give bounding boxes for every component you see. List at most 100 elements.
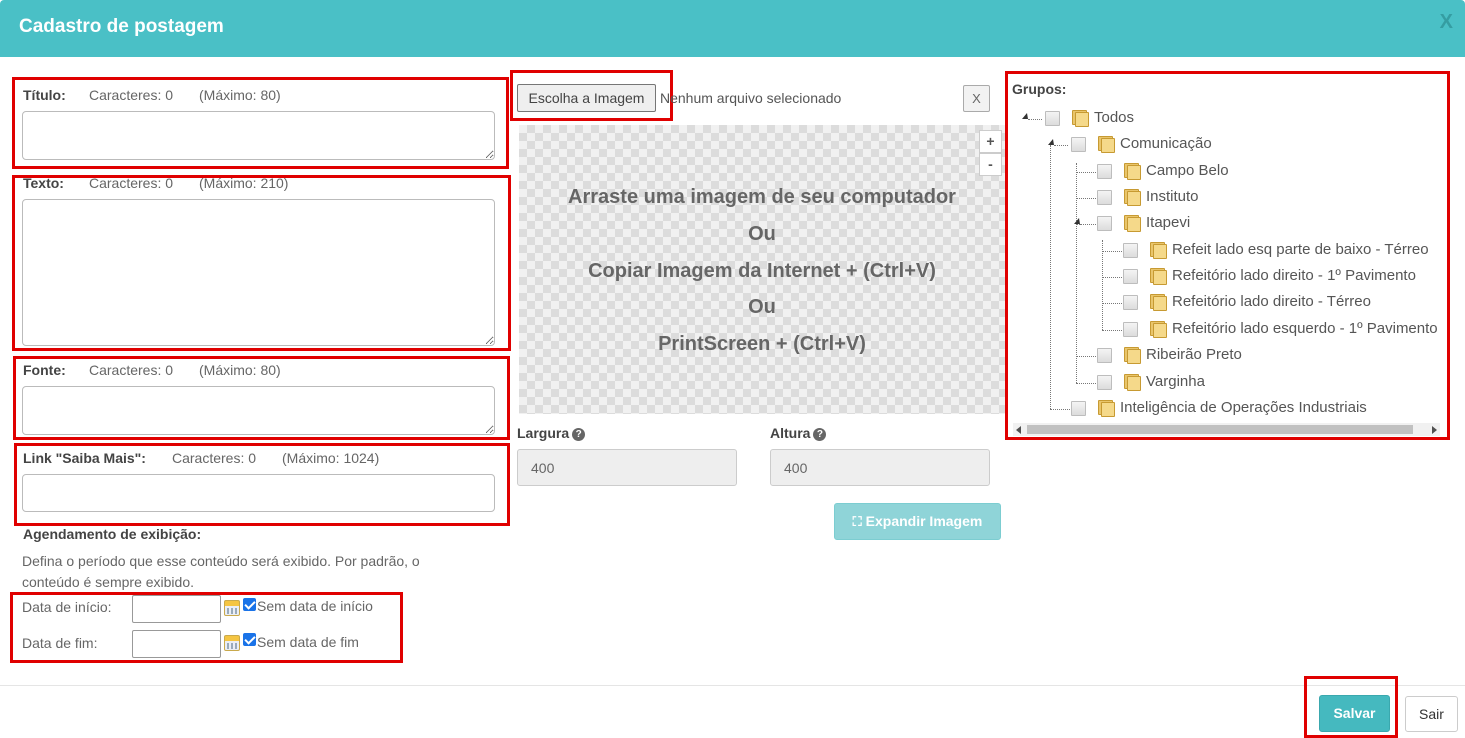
folder-icon: [1149, 268, 1167, 285]
expand-image-button[interactable]: ⛶ Expandir Imagem: [834, 503, 1001, 540]
sem-data-inicio-label: Sem data de início: [257, 598, 373, 614]
save-button[interactable]: Salvar: [1319, 695, 1390, 732]
dropzone-line: Ou: [748, 223, 776, 245]
sem-data-inicio-checkbox[interactable]: [243, 598, 256, 611]
dropzone-line: PrintScreen + (Ctrl+V): [658, 333, 866, 355]
folder-icon: [1097, 400, 1115, 417]
fonte-label: Fonte:: [23, 362, 66, 378]
folder-icon: [1123, 347, 1141, 364]
folder-icon: [1123, 215, 1141, 232]
tree-expander-icon[interactable]: [1074, 218, 1080, 224]
tree-horizontal-scrollbar[interactable]: [1013, 423, 1440, 436]
folder-icon: [1149, 294, 1167, 311]
tree-expander-icon[interactable]: [1022, 113, 1028, 119]
tree-checkbox[interactable]: [1097, 348, 1112, 363]
fonte-max: (Máximo: 80): [199, 362, 281, 378]
titulo-label: Título:: [23, 87, 66, 103]
tree-item-label: Refeitório lado esquerdo - 1º Pavimento: [1172, 320, 1438, 337]
tree-checkbox[interactable]: [1071, 137, 1086, 152]
altura-label: Altura?: [770, 425, 827, 441]
dropzone-line: Copiar Imagem da Internet + (Ctrl+V): [588, 260, 936, 282]
calendar-icon[interactable]: [224, 635, 240, 651]
folder-icon: [1149, 321, 1167, 338]
largura-label-text: Largura: [517, 425, 570, 441]
tree-item-label: Campo Belo: [1146, 162, 1229, 179]
zoom-in-button[interactable]: +: [979, 130, 1002, 153]
help-icon[interactable]: ?: [813, 428, 827, 441]
sem-data-fim-label: Sem data de fim: [257, 634, 359, 650]
grupos-label: Grupos:: [1012, 81, 1067, 97]
sem-data-fim-checkbox[interactable]: [243, 633, 256, 646]
link-label: Link "Saiba Mais":: [23, 450, 146, 466]
scroll-left-icon[interactable]: [1016, 426, 1021, 434]
texto-label: Texto:: [23, 175, 64, 191]
zoom-out-button[interactable]: -: [979, 153, 1002, 176]
scrollbar-thumb[interactable]: [1027, 425, 1413, 434]
tree-item-label: Comunicação: [1120, 135, 1212, 152]
largura-input: 400: [517, 449, 737, 486]
image-dropzone[interactable]: Arraste uma imagem de seu computador Ou …: [519, 125, 1005, 414]
altura-label-text: Altura: [770, 425, 811, 441]
data-fim-label: Data de fim:: [22, 635, 98, 651]
modal-header: Cadastro de postagem X: [0, 0, 1465, 57]
groups-tree: Todos Comunicação Campo Belo Instituto I…: [1008, 100, 1440, 423]
footer-divider: [0, 685, 1465, 686]
tree-checkbox[interactable]: [1123, 322, 1138, 337]
scroll-right-icon[interactable]: [1432, 426, 1437, 434]
tree-checkbox[interactable]: [1071, 401, 1086, 416]
titulo-input[interactable]: [22, 111, 495, 160]
tree-checkbox[interactable]: [1123, 269, 1138, 284]
tree-item-label: Refeitório lado direito - 1º Pavimento: [1172, 267, 1416, 284]
tree-checkbox[interactable]: [1123, 295, 1138, 310]
tree-item-label: Ribeirão Preto: [1146, 346, 1242, 363]
folder-icon: [1149, 242, 1167, 259]
folder-icon: [1097, 136, 1115, 153]
titulo-max: (Máximo: 80): [199, 87, 281, 103]
tree-expander-icon[interactable]: [1048, 139, 1054, 145]
texto-counter: Caracteres: 0: [89, 175, 174, 191]
tree-checkbox[interactable]: [1097, 190, 1112, 205]
data-fim-input[interactable]: [132, 630, 221, 658]
agendamento-description: Defina o período que esse conteúdo será …: [22, 553, 420, 590]
tree-checkbox[interactable]: [1097, 164, 1112, 179]
tree-item-label: Itapevi: [1146, 214, 1191, 231]
modal-title: Cadastro de postagem: [19, 16, 224, 37]
fonte-input[interactable]: [22, 386, 495, 435]
titulo-counter: Caracteres: 0: [89, 87, 174, 103]
tree-item-label: Varginha: [1146, 373, 1205, 390]
data-inicio-input[interactable]: [132, 595, 221, 623]
tree-item-label: Refeit lado esq parte de baixo - Térreo: [1172, 241, 1429, 258]
close-icon[interactable]: X: [1440, 11, 1453, 34]
agendamento-heading: Agendamento de exibição:: [23, 526, 202, 542]
tree-checkbox[interactable]: [1097, 216, 1112, 231]
tree-checkbox[interactable]: [1123, 243, 1138, 258]
folder-icon: [1123, 189, 1141, 206]
calendar-icon[interactable]: [224, 600, 240, 616]
tree-checkbox[interactable]: [1097, 375, 1112, 390]
tree-item-label: Instituto: [1146, 188, 1199, 205]
dropzone-line: Arraste uma imagem de seu computador: [568, 186, 956, 208]
link-input[interactable]: [22, 474, 495, 512]
link-max: (Máximo: 1024): [282, 450, 380, 466]
texto-input[interactable]: [22, 199, 495, 346]
folder-icon: [1123, 163, 1141, 180]
folder-icon: [1123, 374, 1141, 391]
dropzone-line: Ou: [748, 296, 776, 318]
altura-input: 400: [770, 449, 990, 486]
texto-max: (Máximo: 210): [199, 175, 289, 191]
tree-checkbox[interactable]: [1045, 111, 1060, 126]
tree-item-label: Inteligência de Operações Industriais: [1120, 399, 1367, 416]
help-icon[interactable]: ?: [572, 428, 586, 441]
exit-button[interactable]: Sair: [1405, 696, 1458, 732]
tree-item-label: Todos: [1094, 109, 1135, 126]
clear-image-button[interactable]: X: [963, 85, 990, 112]
tree-item-label: Refeitório lado direito - Térreo: [1172, 293, 1371, 310]
expand-icon: ⛶: [852, 514, 862, 529]
choose-image-button[interactable]: Escolha a Imagem: [517, 84, 656, 112]
fonte-counter: Caracteres: 0: [89, 362, 174, 378]
largura-label: Largura?: [517, 425, 586, 441]
expand-image-label: Expandir Imagem: [865, 513, 983, 529]
link-counter: Caracteres: 0: [172, 450, 257, 466]
data-inicio-label: Data de início:: [22, 599, 112, 615]
no-file-text: Nenhum arquivo selecionado: [660, 90, 842, 106]
